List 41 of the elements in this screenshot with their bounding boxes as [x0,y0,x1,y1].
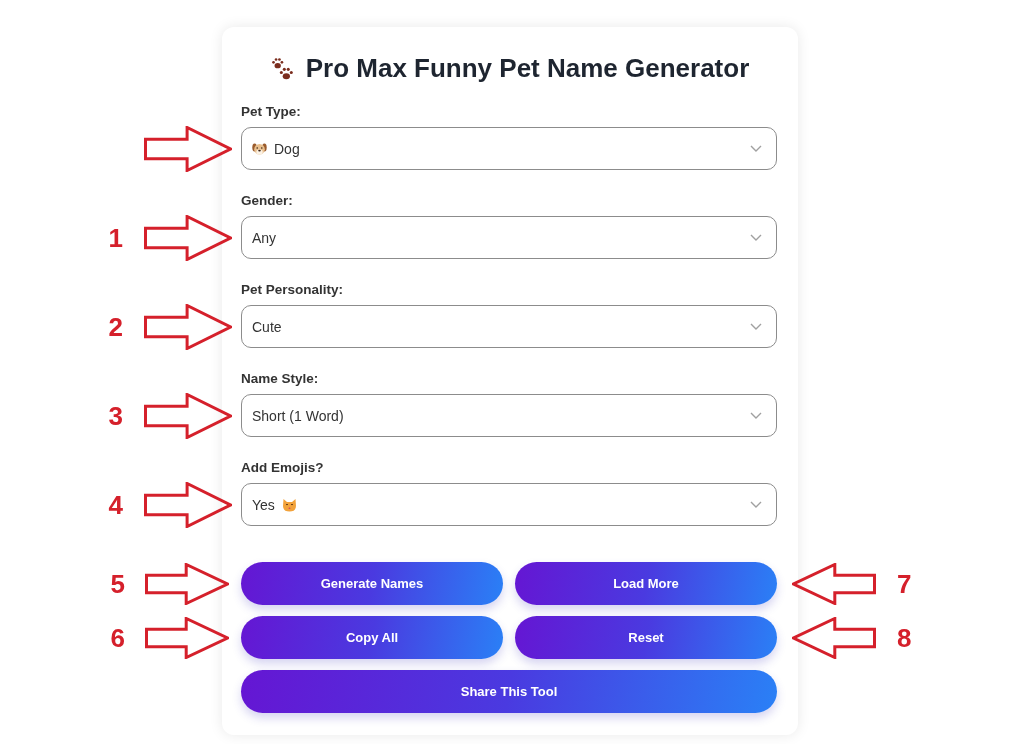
callout-number: 1 [108,222,123,253]
callout-number: 5 [110,568,125,599]
chevron-down-icon [750,323,762,330]
callout-number: 3 [108,400,123,431]
cat-face-icon [281,497,297,512]
callout-number: 4 [108,489,123,520]
select-field[interactable]: Dog [241,127,777,170]
action-button[interactable]: Copy All [241,616,503,659]
paw-prints-icon [270,55,294,81]
arrow-icon [144,125,232,172]
select-field[interactable]: Yes [241,483,777,526]
arrow-icon [144,303,232,350]
arrow-icon [144,214,232,261]
chevron-down-icon [750,145,762,152]
callout-number: 6 [110,622,125,653]
select-field[interactable]: Any [241,216,777,259]
arrow-icon [145,616,229,659]
field-label: Pet Type: [241,104,301,120]
chevron-down-icon [750,412,762,419]
field-label: Gender: [241,193,293,209]
dog-face-icon [252,141,267,156]
callout-number: 7 [897,568,912,599]
arrow-icon [144,481,232,528]
select-field[interactable]: Cute [241,305,777,348]
action-button[interactable]: Share This Tool [241,670,777,713]
field-label: Add Emojis? [241,460,324,476]
arrow-icon [145,562,229,605]
select-field[interactable]: Short (1 Word) [241,394,777,437]
field-label: Name Style: [241,371,319,387]
callout-number: 8 [897,622,912,653]
callout-number: 2 [108,311,123,342]
arrow-icon [144,392,232,439]
page-title: Pro Max Funny Pet Name Generator [305,53,750,83]
chevron-down-icon [750,234,762,241]
arrow-icon [792,562,876,605]
chevron-down-icon [750,501,762,508]
action-button[interactable]: Reset [515,616,777,659]
action-button[interactable]: Generate Names [241,562,503,605]
field-label: Pet Personality: [241,282,344,298]
action-button[interactable]: Load More [515,562,777,605]
arrow-icon [792,616,876,659]
